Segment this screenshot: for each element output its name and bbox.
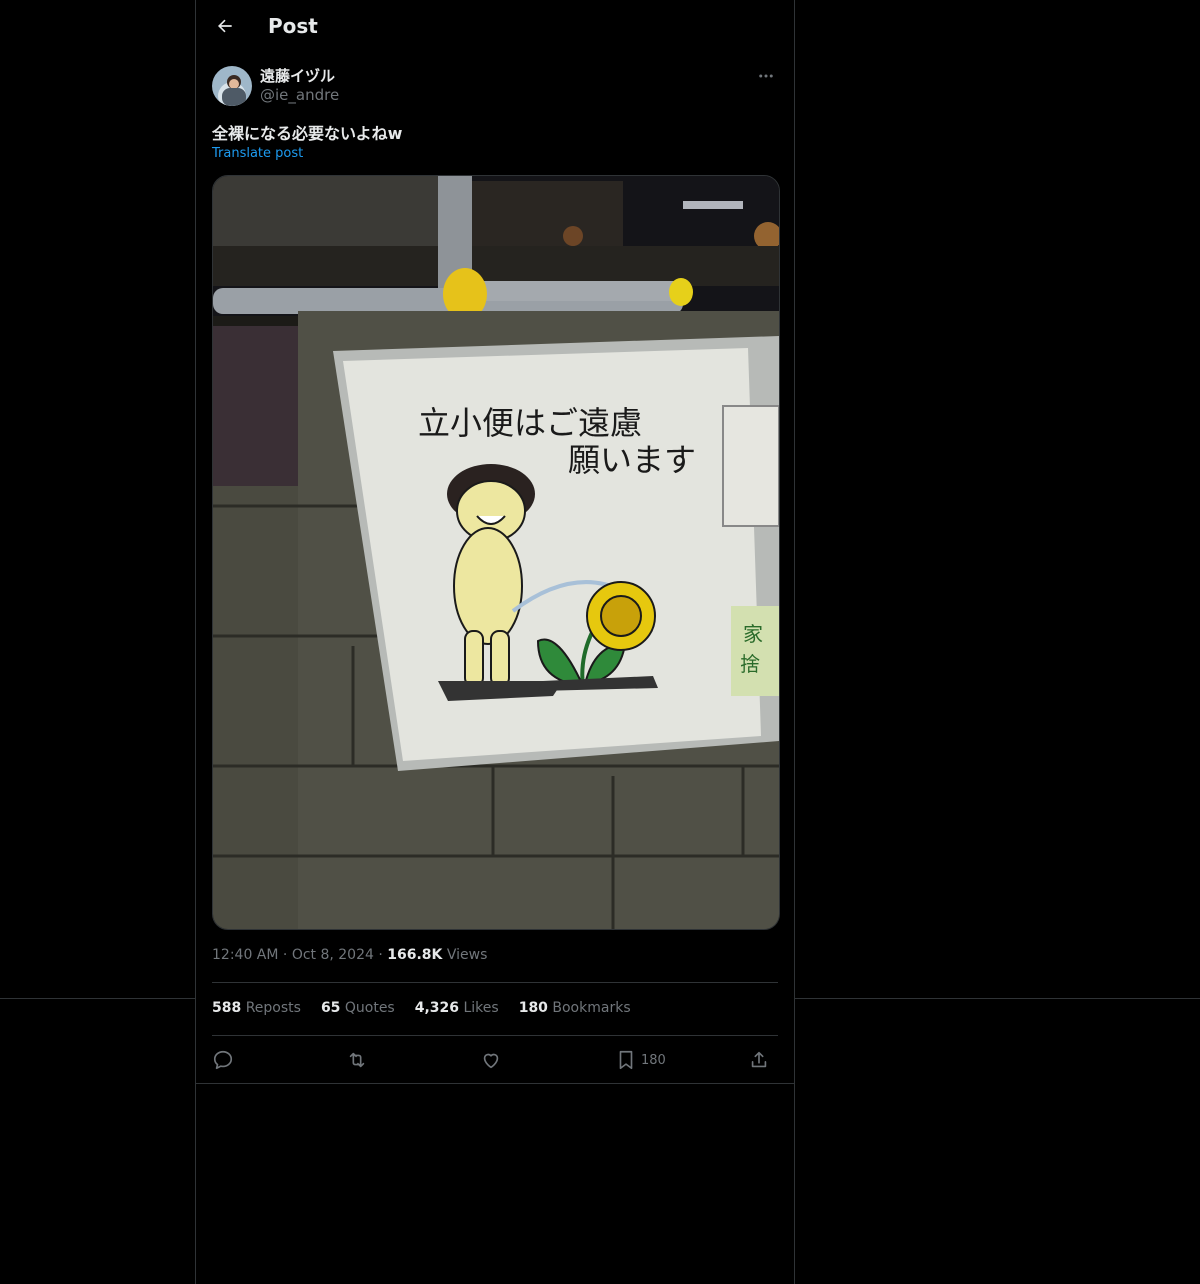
side-sign-text-line1: 家 [743, 622, 763, 646]
divider [212, 982, 778, 983]
translate-post-link[interactable]: Translate post [212, 146, 303, 161]
sign-text-line1: 立小便はご遠慮 [418, 404, 642, 442]
bookmarks-stat[interactable]: 180 Bookmarks [519, 1000, 631, 1016]
meta-separator: · [282, 947, 292, 963]
views-count: 166.8K [387, 947, 443, 963]
reposts-stat[interactable]: 588 Reposts [212, 1000, 301, 1016]
more-options-button[interactable] [754, 64, 778, 88]
reply-button[interactable] [212, 1046, 234, 1074]
quotes-count: 65 [320, 1000, 341, 1016]
bookmarks-label: Bookmarks [552, 1000, 631, 1016]
quotes-stat[interactable]: 65 Quotes [321, 1000, 395, 1016]
avatar-image [212, 66, 252, 106]
more-horizontal-icon [759, 74, 773, 78]
post-date[interactable]: Oct 8, 2024 [292, 947, 374, 963]
repost-button[interactable] [346, 1046, 368, 1074]
avatar[interactable] [212, 66, 252, 106]
side-sign-text-line2: 捨 [740, 652, 760, 676]
author-row: 遠藤イヅル @ie_andre [212, 64, 778, 108]
post-column: Post 遠藤イヅル @ie_andre 全裸になる必要ないよねw Transl… [195, 0, 795, 1284]
share-button[interactable] [748, 1046, 770, 1074]
heart-icon [483, 1053, 499, 1069]
like-button[interactable] [480, 1046, 502, 1074]
repost-icon [349, 1052, 365, 1068]
page: Post 遠藤イヅル @ie_andre 全裸になる必要ないよねw Transl… [0, 0, 1200, 1284]
likes-label: Likes [463, 1000, 499, 1016]
author-handle[interactable]: @ie_andre [260, 86, 339, 104]
likes-stat[interactable]: 4,326 Likes [415, 1000, 499, 1016]
engagement-stats: 588 Reposts 65 Quotes 4,326 Likes 180 Bo… [212, 1000, 631, 1016]
post-meta: 12:40 AM · Oct 8, 2024 · 166.8K Views [212, 947, 487, 963]
reposts-count: 588 [212, 1000, 242, 1016]
post-time[interactable]: 12:40 AM [212, 947, 278, 963]
bookmarks-count: 180 [518, 1000, 548, 1016]
likes-count: 4,326 [414, 1000, 460, 1016]
sign-text-line2: 願います [568, 441, 696, 479]
post-image[interactable]: 立小便はご遠慮 願います 家 捨 [212, 175, 780, 930]
divider [212, 1035, 778, 1036]
back-button[interactable] [208, 9, 242, 43]
post-text: 全裸になる必要ないよねw [212, 124, 403, 143]
reply-icon [213, 1050, 233, 1070]
meta-separator: · [378, 947, 388, 963]
bookmark-action-count: 180 [641, 1052, 666, 1068]
bookmark-button[interactable]: 180 [615, 1046, 666, 1074]
divider [196, 1083, 794, 1084]
page-title: Post [268, 14, 318, 38]
share-icon [751, 1051, 767, 1068]
bookmark-icon [619, 1050, 633, 1070]
action-bar: 180 [212, 1046, 778, 1074]
sign-photo: 立小便はご遠慮 願います 家 捨 [213, 176, 779, 929]
quotes-label: Quotes [344, 1000, 395, 1016]
views-label: Views [446, 947, 488, 963]
reposts-label: Reposts [245, 1000, 301, 1016]
arrow-left-icon [218, 19, 232, 33]
header: Post [196, 0, 794, 53]
author-display-name[interactable]: 遠藤イヅル [260, 65, 335, 86]
